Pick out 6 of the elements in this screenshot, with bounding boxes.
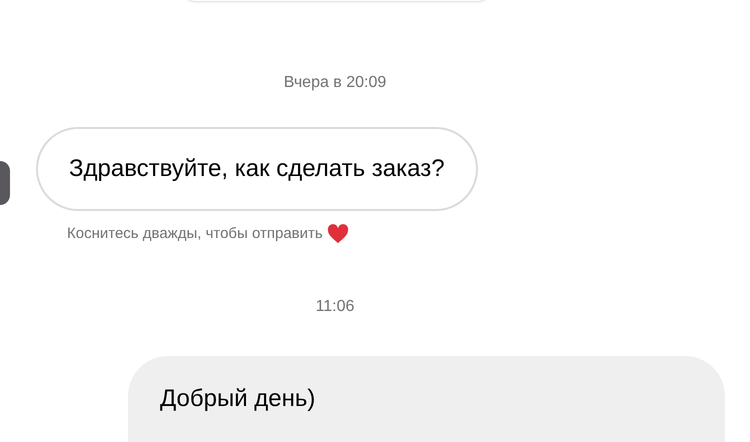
message-bubble: Здравствуйте, как сделать заказ? (36, 127, 478, 211)
heart-icon (326, 224, 349, 244)
timestamp: Вчера в 20:09 (284, 73, 386, 93)
hint-text: Коснитесь дважды, чтобы отправить (67, 224, 323, 244)
message-bubble: Добрый день) (128, 356, 725, 442)
timestamp: 11:06 (316, 296, 354, 316)
